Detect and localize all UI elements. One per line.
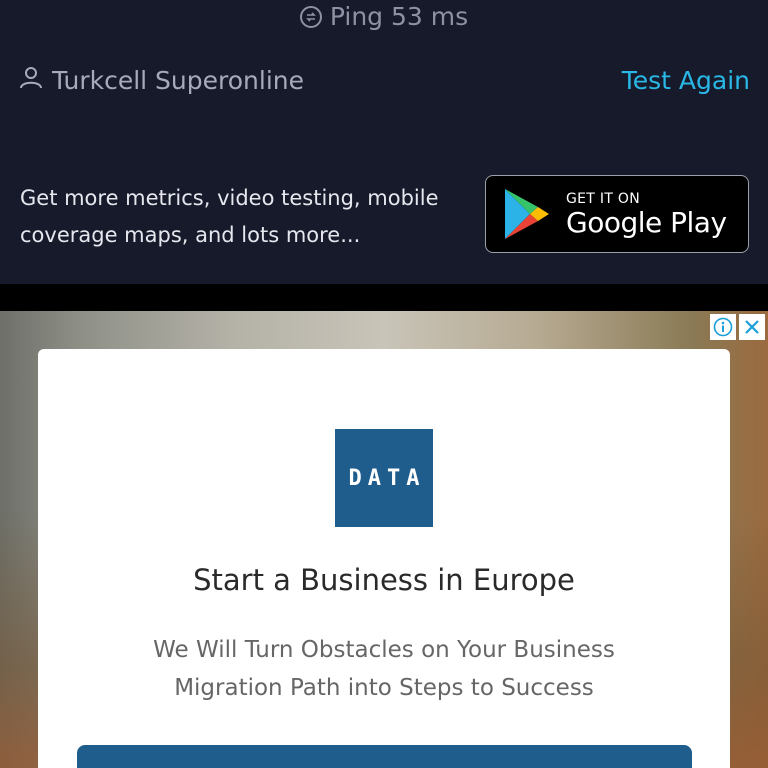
ad-title: Start a Business in Europe [193, 563, 575, 597]
ping-row: Ping 53 ms [0, 2, 768, 31]
ad-cta-button[interactable] [77, 745, 692, 768]
isp-info: Turkcell Superonline [18, 64, 304, 96]
google-play-icon [505, 189, 549, 239]
promo-line-1: Get more metrics, video testing, mobile [20, 186, 439, 210]
ping-icon [299, 5, 322, 28]
brand-logo: DATA [335, 429, 433, 527]
user-icon [18, 64, 44, 96]
google-play-small-text: GET IT ON [566, 191, 641, 207]
ad-card[interactable]: DATA Start a Business in Europe We Will … [38, 349, 730, 768]
test-again-button[interactable]: Test Again [622, 66, 750, 95]
close-icon[interactable] [739, 314, 765, 340]
ad-subtitle: We Will Turn Obstacles on Your Business … [98, 631, 670, 707]
isp-row: Turkcell Superonline Test Again [18, 60, 750, 100]
ping-value: Ping 53 ms [329, 2, 469, 31]
google-play-big-text: Google Play [566, 206, 727, 239]
google-play-text: GET IT ON Google Play [566, 189, 727, 239]
promo-text: Get more metrics, video testing, mobile … [20, 180, 490, 254]
ad-subtitle-line-1: We Will Turn Obstacles on Your Business [153, 637, 615, 663]
divider-band [0, 284, 768, 311]
isp-name: Turkcell Superonline [52, 65, 304, 95]
promo-line-2: coverage maps, and lots more... [20, 223, 361, 247]
ad-banner[interactable]: DATA Start a Business in Europe We Will … [0, 311, 768, 768]
google-play-badge[interactable]: GET IT ON Google Play [485, 175, 749, 253]
info-icon[interactable] [710, 314, 736, 340]
ad-choices [710, 314, 765, 340]
ad-subtitle-line-2: Migration Path into Steps to Success [174, 675, 594, 701]
speedtest-result-panel: Ping 53 ms Turkcell Superonline Test Aga… [0, 0, 768, 284]
